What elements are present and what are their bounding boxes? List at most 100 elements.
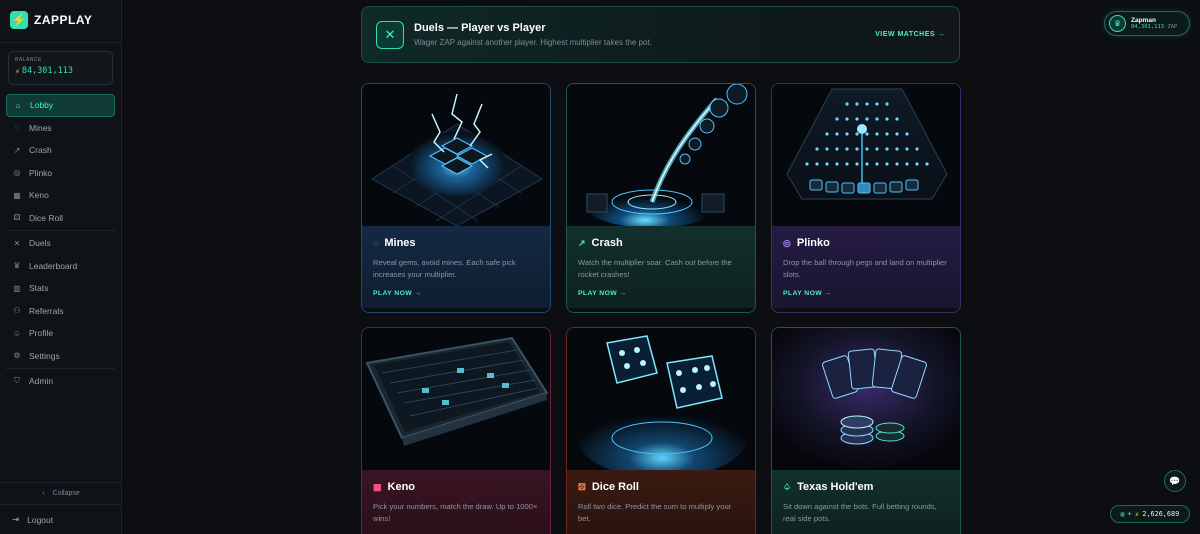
crash-artwork [567, 84, 755, 226]
holdem-title: Texas Hold'em [797, 481, 874, 493]
sidebar-item-leaderboard[interactable]: ♛ Leaderboard [6, 255, 115, 278]
card-body: ◌ Mines Reveal gems, avoid mines. Each s… [362, 226, 550, 308]
bar-chart-icon: ▥ [13, 283, 21, 293]
balance-card: BALANCE ⚡ 84,301,113 [8, 51, 113, 85]
plinko-artwork [772, 84, 960, 226]
mines-title: Mines [384, 237, 416, 249]
card-body: ▦ Keno Pick your numbers, match the draw… [362, 470, 550, 534]
game-card-mines[interactable]: ◌ Mines Reveal gems, avoid mines. Each s… [361, 83, 551, 313]
bomb-icon: ◌ [373, 238, 379, 248]
sidebar-item-stats[interactable]: ▥ Stats [6, 277, 115, 300]
card-title: ▦ Keno [373, 481, 539, 493]
chevron-left-icon: ‹ [42, 490, 45, 497]
divider [0, 42, 121, 43]
game-card-texas-holdem[interactable]: ♤ Texas Hold'em Sit down against the bot… [771, 327, 961, 534]
sidebar-item-label: Settings [29, 350, 60, 361]
divider [6, 368, 115, 369]
grid-icon: ▦ [373, 481, 382, 492]
dice-description: Roll two dice. Predict the sum to multip… [578, 502, 732, 523]
dice-artwork [567, 328, 755, 470]
bolt-icon: ⚡ [15, 66, 20, 76]
plinko-play-now-button[interactable]: PLAY NOW → [783, 290, 949, 297]
dice-title: Dice Roll [591, 481, 639, 493]
sidebar-item-plinko[interactable]: ◎ Plinko [6, 162, 115, 185]
game-card-plinko[interactable]: ◎ Plinko Drop the ball through pegs and … [771, 83, 961, 313]
game-card-crash[interactable]: ↗ Crash Watch the multiplier soar. Cash … [566, 83, 756, 313]
crash-title: Crash [591, 237, 623, 249]
sidebar-item-crash[interactable]: ↗ Crash [6, 139, 115, 162]
app-root: ⚡ ZAPPLAY BALANCE ⚡ 84,301,113 ⌂ Lobby ◌… [0, 0, 1200, 534]
user-icon: ☺ [12, 328, 22, 338]
sidebar-nav: ⌂ Lobby ◌ Mines ↗ Crash ◎ Plinko ▦ Keno … [0, 94, 121, 393]
crash-play-now-button[interactable]: PLAY NOW → [578, 290, 744, 297]
chat-button[interactable]: 💬 [1164, 470, 1186, 492]
bolt-icon: ⚡ [1134, 509, 1140, 519]
user-balance: 84,301,113 ZAP [1131, 24, 1177, 30]
card-title: ↗ Crash [578, 237, 744, 249]
divider [6, 230, 115, 231]
mines-artwork [362, 84, 550, 226]
card-body: ↗ Crash Watch the multiplier soar. Cash … [567, 226, 755, 308]
swords-icon: ✕ [376, 20, 404, 49]
sidebar-item-duels[interactable]: ✕ Duels [6, 232, 115, 255]
sidebar-item-admin[interactable]: ⛉ Admin [6, 370, 115, 393]
card-body: ◎ Plinko Drop the ball through pegs and … [772, 226, 960, 308]
game-card-keno[interactable]: ▦ Keno Pick your numbers, match the draw… [361, 327, 551, 534]
view-matches-link[interactable]: VIEW MATCHES → [875, 31, 945, 38]
sidebar-item-label: Referrals [29, 305, 64, 316]
bolt-logo-icon: ⚡ [10, 11, 28, 29]
user-balance-amount: 84,301,113 [1131, 24, 1165, 30]
crown-avatar-icon: ♛ [1109, 15, 1126, 32]
plinko-description: Drop the ball through pegs and land on m… [783, 258, 947, 279]
duels-banner[interactable]: ✕ Duels — Player vs Player Wager ZAP aga… [361, 6, 960, 63]
collapse-button[interactable]: ‹ Collapse [0, 482, 122, 504]
brand-name: ZAPPLAY [34, 13, 93, 27]
user-info: Zapman 84,301,113 ZAP [1131, 17, 1177, 30]
chat-bubble-icon: 💬 [1169, 475, 1181, 486]
swords-icon: ✕ [13, 238, 21, 248]
brand[interactable]: ⚡ ZAPPLAY [0, 0, 121, 40]
sidebar-item-settings[interactable]: ⚙ Settings [6, 345, 115, 368]
ticker-value: 2,626,689 [1142, 510, 1180, 518]
sidebar-item-label: Duels [29, 238, 51, 249]
keno-description: Pick your numbers, match the draw. Up to… [373, 502, 538, 523]
circle-dot-icon: ◎ [783, 237, 791, 248]
sidebar-item-lobby[interactable]: ⌂ Lobby [6, 94, 115, 117]
keno-title: Keno [387, 481, 416, 493]
gear-icon: ⚙ [13, 351, 21, 361]
game-card-dice-roll[interactable]: ⚄ Dice Roll Roll two dice. Predict the s… [566, 327, 756, 534]
winnings-ticker[interactable]: ▥ + ⚡ 2,626,689 [1110, 505, 1190, 523]
dice-icon: ⚄ [578, 481, 586, 492]
card-title: ⚄ Dice Roll [578, 481, 744, 493]
card-title: ♤ Texas Hold'em [783, 481, 949, 493]
sidebar-item-keno[interactable]: ▦ Keno [6, 184, 115, 207]
sidebar-item-dice-roll[interactable]: ⚄ Dice Roll [6, 207, 115, 230]
sidebar-item-label: Admin [29, 376, 54, 387]
sidebar-item-mines[interactable]: ◌ Mines [6, 117, 115, 140]
users-icon: ⚇ [13, 306, 21, 316]
bomb-icon: ◌ [14, 123, 20, 133]
card-body: ♤ Texas Hold'em Sit down against the bot… [772, 470, 960, 534]
balance-value: ⚡ 84,301,113 [15, 66, 106, 76]
user-balance-currency: ZAP [1167, 24, 1178, 30]
logout-button[interactable]: ⇥ Logout [0, 504, 122, 534]
sidebar-item-referrals[interactable]: ⚇ Referrals [6, 300, 115, 323]
card-title: ◌ Mines [373, 237, 539, 249]
sidebar-item-profile[interactable]: ☺ Profile [6, 322, 115, 345]
sidebar-item-label: Mines [29, 122, 52, 133]
trend-up-icon: ↗ [578, 237, 586, 248]
duels-title: Duels — Player vs Player [414, 22, 546, 34]
sidebar: ⚡ ZAPPLAY BALANCE ⚡ 84,301,113 ⌂ Lobby ◌… [0, 0, 122, 534]
plinko-title: Plinko [796, 237, 830, 249]
mines-play-now-button[interactable]: PLAY NOW → [373, 290, 539, 297]
spade-icon: ♤ [783, 481, 792, 492]
dice-icon: ⚄ [13, 213, 21, 223]
duels-text: Duels — Player vs Player Wager ZAP again… [414, 22, 652, 47]
user-chip[interactable]: ♛ Zapman 84,301,113 ZAP [1104, 11, 1190, 36]
holdem-description: Sit down against the bots. Full betting … [783, 502, 937, 523]
logout-icon: ⇥ [12, 514, 20, 524]
balance-label: BALANCE [15, 57, 42, 63]
trophy-icon: ♛ [13, 261, 21, 271]
holdem-artwork [772, 328, 960, 470]
bar-chart-icon: ▥ [1120, 510, 1125, 518]
